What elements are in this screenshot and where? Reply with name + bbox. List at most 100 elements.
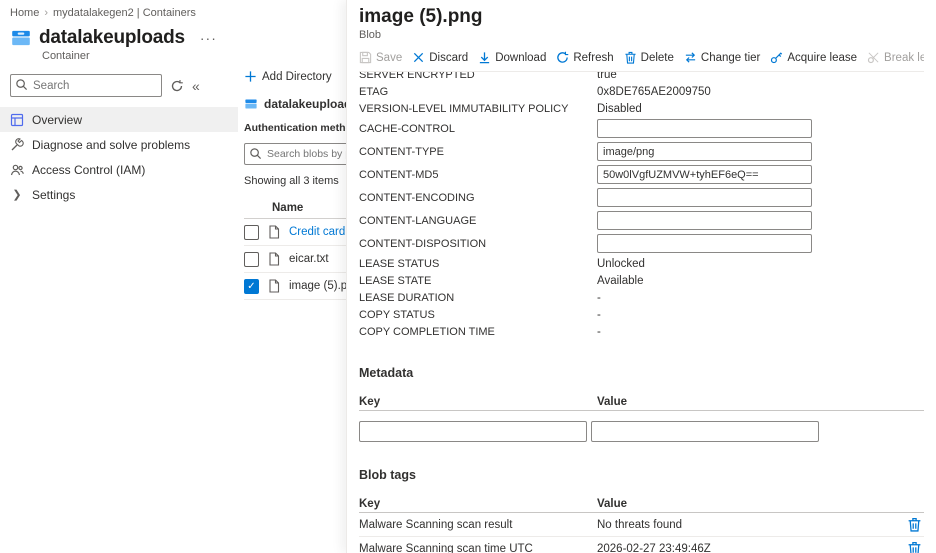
add-directory-label: Add Directory bbox=[262, 70, 332, 83]
property-label: SERVER ENCRYPTED bbox=[359, 72, 475, 81]
property-label: VERSION-LEVEL IMMUTABILITY POLICY bbox=[359, 102, 569, 115]
page-title: datalakeuploads bbox=[39, 27, 185, 48]
overview-icon bbox=[10, 113, 24, 127]
metadata-key-input[interactable] bbox=[359, 421, 587, 442]
people-icon bbox=[10, 163, 24, 177]
acquire-lease-button[interactable]: Acquire lease bbox=[770, 51, 857, 64]
blob-name-link[interactable]: Credit card -confid bbox=[289, 226, 348, 238]
download-icon bbox=[478, 51, 491, 64]
delete-tag-button[interactable] bbox=[907, 517, 922, 532]
property-label: COPY COMPLETION TIME bbox=[359, 325, 495, 338]
refresh-menu-icon[interactable] bbox=[170, 79, 184, 93]
download-button[interactable]: Download bbox=[478, 51, 546, 64]
property-label: CONTENT-TYPE bbox=[359, 145, 444, 158]
tags-value-header: Value bbox=[597, 497, 628, 510]
tags-key-header: Key bbox=[359, 497, 381, 510]
plus-icon bbox=[244, 70, 257, 83]
row-checkbox[interactable] bbox=[244, 251, 259, 267]
tag-key: Malware Scanning scan time UTC bbox=[359, 542, 533, 553]
property-row-server-encrypted: SERVER ENCRYPTED true bbox=[359, 72, 924, 83]
page-subtitle: Container bbox=[42, 50, 90, 62]
refresh-label: Refresh bbox=[573, 51, 614, 64]
sidebar-item-access-control[interactable]: Access Control (IAM) bbox=[0, 157, 238, 182]
refresh-icon bbox=[556, 51, 569, 64]
discard-button[interactable]: Discard bbox=[412, 51, 468, 64]
content-disposition-input[interactable] bbox=[597, 234, 812, 253]
property-value: Unlocked bbox=[597, 257, 645, 270]
row-checkbox[interactable] bbox=[244, 224, 259, 240]
column-header-name[interactable]: Name bbox=[244, 197, 348, 219]
metadata-value-header: Value bbox=[597, 395, 628, 408]
content-encoding-input[interactable] bbox=[597, 188, 812, 207]
content-language-input[interactable] bbox=[597, 211, 812, 230]
resource-menu: Overview Diagnose and solve problems Acc… bbox=[0, 107, 238, 207]
sidebar-item-settings[interactable]: ❯ Settings bbox=[0, 182, 238, 207]
blob-title: image (5).png bbox=[359, 6, 483, 27]
add-directory-button[interactable]: Add Directory bbox=[244, 70, 332, 83]
save-label: Save bbox=[376, 51, 403, 64]
blob-details-panel: image (5).png Blob Save Discard Download… bbox=[346, 0, 936, 553]
content-type-input[interactable] bbox=[597, 142, 812, 161]
acquire-lease-label: Acquire lease bbox=[787, 51, 858, 64]
discard-label: Discard bbox=[429, 51, 469, 64]
resource-nav-pane: Home › mydatalakegen2 | Containers datal… bbox=[0, 0, 238, 553]
property-label: CONTENT-LANGUAGE bbox=[359, 214, 477, 227]
cache-control-input[interactable] bbox=[597, 119, 812, 138]
breadcrumb-home-link[interactable]: Home bbox=[10, 7, 39, 19]
save-button[interactable]: Save bbox=[359, 51, 402, 64]
row-checkbox-checked[interactable]: ✓ bbox=[244, 278, 259, 294]
sidebar-item-diagnose[interactable]: Diagnose and solve problems bbox=[0, 132, 238, 157]
sidebar-search-input[interactable] bbox=[10, 74, 162, 97]
property-row-content-encoding: CONTENT-ENCODING bbox=[359, 186, 924, 209]
property-value: Available bbox=[597, 274, 644, 287]
item-count: Showing all 3 items bbox=[244, 175, 339, 187]
change-tier-button[interactable]: Change tier bbox=[684, 51, 760, 64]
sidebar-item-overview[interactable]: Overview bbox=[0, 107, 238, 132]
sidebar-item-label: Diagnose and solve problems bbox=[32, 137, 191, 152]
break-lease-icon bbox=[867, 51, 880, 64]
blob-type-label: Blob bbox=[359, 29, 382, 41]
sidebar-item-label: Overview bbox=[32, 112, 83, 127]
blob-row[interactable]: eicar.txt bbox=[244, 246, 348, 273]
property-value: true bbox=[597, 72, 617, 81]
tag-key: Malware Scanning scan result bbox=[359, 518, 513, 531]
property-row-lease-duration: LEASE DURATION - bbox=[359, 289, 924, 306]
content-md5-input[interactable] bbox=[597, 165, 812, 184]
property-row-content-disposition: CONTENT-DISPOSITION bbox=[359, 232, 924, 255]
property-row-copy-status: COPY STATUS - bbox=[359, 306, 924, 323]
blob-row[interactable]: Credit card -confid bbox=[244, 219, 348, 246]
delete-label: Delete bbox=[640, 51, 674, 64]
property-value: - bbox=[597, 291, 601, 304]
blob-command-bar: Save Discard Download Refresh Delete Cha… bbox=[359, 48, 924, 72]
search-icon bbox=[249, 147, 262, 160]
download-label: Download bbox=[495, 51, 547, 64]
property-label: LEASE STATE bbox=[359, 274, 432, 287]
refresh-button[interactable]: Refresh bbox=[556, 51, 614, 64]
break-lease-button[interactable]: Break lease bbox=[867, 51, 924, 64]
delete-button[interactable]: Delete bbox=[624, 51, 674, 64]
property-label: LEASE STATUS bbox=[359, 257, 440, 270]
breadcrumb-separator-icon: › bbox=[44, 7, 49, 19]
blob-name-link[interactable]: eicar.txt bbox=[289, 253, 329, 265]
property-label: CONTENT-DISPOSITION bbox=[359, 237, 487, 250]
file-icon bbox=[267, 252, 281, 266]
property-row-lease-state: LEASE STATE Available bbox=[359, 272, 924, 289]
more-options-button[interactable]: ··· bbox=[200, 30, 217, 46]
auth-method-label: Authentication method: bbox=[244, 122, 348, 134]
property-label: CACHE-CONTROL bbox=[359, 122, 455, 135]
swap-arrows-icon bbox=[684, 51, 697, 64]
property-value: - bbox=[597, 325, 601, 338]
metadata-value-input[interactable] bbox=[591, 421, 819, 442]
tag-row-scan-result: Malware Scanning scan result No threats … bbox=[359, 513, 924, 537]
file-icon bbox=[267, 279, 281, 293]
property-label: CONTENT-MD5 bbox=[359, 168, 439, 181]
current-directory-label: datalakeuploads bbox=[264, 97, 348, 111]
blob-row-selected[interactable]: ✓ image (5).png bbox=[244, 273, 348, 300]
property-row-copy-completion-time: COPY COMPLETION TIME - bbox=[359, 323, 924, 340]
metadata-key-header: Key bbox=[359, 395, 381, 408]
collapse-menu-button[interactable]: « bbox=[192, 79, 200, 93]
property-row-lease-status: LEASE STATUS Unlocked bbox=[359, 255, 924, 272]
property-label: COPY STATUS bbox=[359, 308, 435, 321]
delete-tag-button[interactable] bbox=[907, 541, 922, 553]
blob-name-link[interactable]: image (5).png bbox=[289, 280, 348, 292]
